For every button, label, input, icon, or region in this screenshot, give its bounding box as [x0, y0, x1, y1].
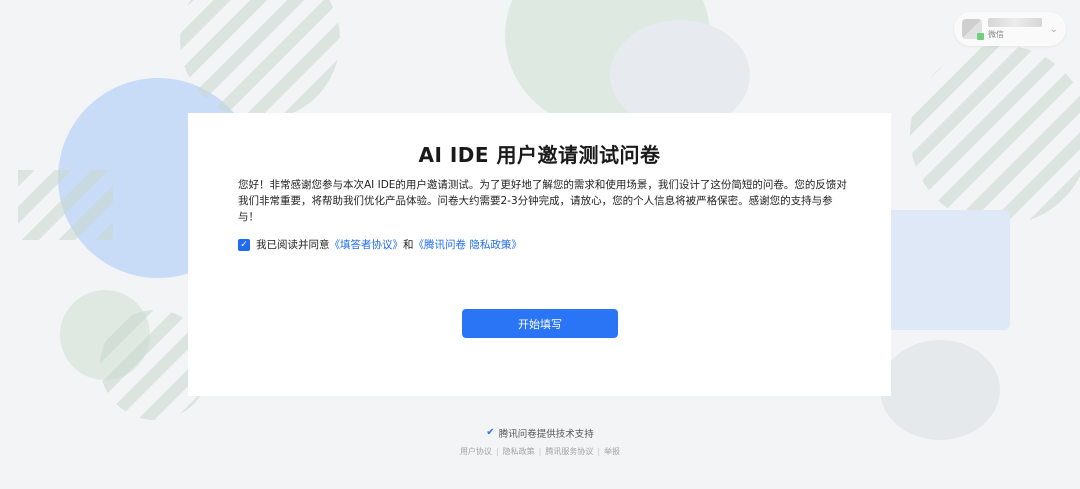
footer-links: 用户协议 | 隐私政策 | 腾讯服务协议 | 举报: [0, 446, 1080, 457]
bg-block-striped-left: [18, 170, 113, 240]
footer-separator: |: [597, 446, 601, 456]
chevron-down-icon[interactable]: ⌄: [1050, 24, 1058, 35]
survey-intro: 您好！非常感谢您参与本次AI IDE的用户邀请测试。为了更好地了解您的需求和使用…: [238, 179, 847, 223]
privacy-policy-link[interactable]: 《腾讯问卷 隐私政策》: [414, 237, 522, 252]
tencent-survey-logo-icon: ✔: [486, 427, 495, 438]
footer-link-report[interactable]: 举报: [604, 446, 620, 457]
respondent-agreement-link[interactable]: 《填答者协议》: [330, 237, 404, 252]
page-footer: ✔ 腾讯问卷提供技术支持 用户协议 | 隐私政策 | 腾讯服务协议 | 举报: [0, 420, 1080, 457]
footer-link-service-agreement[interactable]: 腾讯服务协议: [545, 446, 593, 457]
user-name-redacted: [988, 18, 1042, 27]
powered-by: ✔ 腾讯问卷提供技术支持: [486, 426, 593, 440]
user-meta: 微信: [988, 18, 1042, 40]
start-survey-button[interactable]: 开始填写: [462, 309, 618, 338]
footer-separator: |: [538, 446, 542, 456]
agreement-row: ✓ 我已阅读并同意 《填答者协议》 和 《腾讯问卷 隐私政策》: [238, 237, 522, 252]
footer-separator: |: [495, 446, 499, 456]
powered-by-text: 腾讯问卷提供技术支持: [498, 428, 594, 440]
agreement-prefix: 我已阅读并同意: [256, 239, 330, 251]
bg-block-blue-right: [880, 210, 1010, 330]
agreement-conjunction: 和: [403, 239, 414, 251]
user-platform-label: 微信: [988, 30, 1004, 39]
agreement-checkbox[interactable]: ✓: [238, 238, 250, 251]
footer-link-user-agreement[interactable]: 用户协议: [460, 446, 492, 457]
bg-circle-striped-right: [910, 45, 1080, 225]
survey-title: AI IDE 用户邀请测试问卷: [418, 143, 661, 167]
user-account-menu[interactable]: 微信 ⌄: [954, 12, 1066, 46]
survey-card: AI IDE 用户邀请测试问卷 您好！非常感谢您参与本次AI IDE的用户邀请测…: [188, 113, 891, 396]
footer-link-privacy[interactable]: 隐私政策: [503, 446, 535, 457]
user-avatar: [962, 19, 984, 40]
